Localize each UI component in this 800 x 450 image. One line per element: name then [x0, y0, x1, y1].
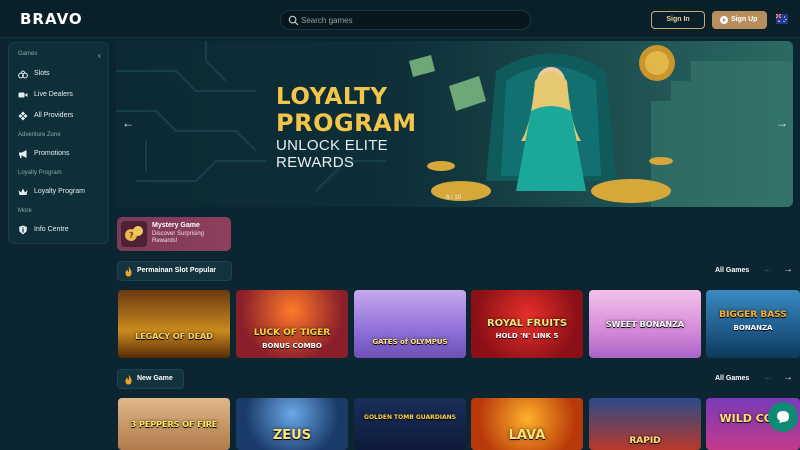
sign-up-button[interactable]: Sign Up: [712, 11, 767, 29]
grid-diamond-icon: [18, 111, 28, 121]
sidebar-item-info-centre[interactable]: Info Centre: [18, 224, 108, 238]
game-title: LEGACY OF DEAD: [135, 332, 213, 341]
section-title: Permainan Slot Popular: [137, 267, 216, 274]
game-subtitle: BONANZA: [733, 324, 773, 332]
arrow-left-icon[interactable]: ←: [763, 372, 773, 383]
all-games-link[interactable]: All Games: [715, 267, 749, 274]
sign-up-label: Sign Up: [731, 16, 758, 23]
sidebar-item-label: Info Centre: [34, 226, 69, 233]
sidebar-section-loyalty: Loyalty Program: [18, 170, 62, 176]
game-title: ROYAL FRUITS: [486, 318, 568, 329]
game-tile[interactable]: ZEUS: [236, 398, 348, 450]
info-shield-icon: [19, 225, 27, 235]
hero-title-line2: PROGRAM: [276, 109, 417, 137]
sidebar-section-adventure: Adventure Zone: [18, 132, 61, 138]
sidebar-item-promotions[interactable]: Promotions: [18, 148, 108, 162]
chat-bubble-icon: [777, 411, 789, 423]
australia-flag-icon[interactable]: [776, 14, 788, 24]
mystery-game-card[interactable]: ? Mystery Game Discover Surprising Rewar…: [117, 217, 231, 251]
fire-icon: [125, 266, 132, 277]
game-title: RAPID: [629, 436, 661, 446]
sign-in-button[interactable]: Sign In: [651, 11, 705, 29]
game-title: BIGGER BASS: [719, 310, 787, 320]
game-tile[interactable]: ROYAL FRUITS HOLD 'N' LINK 5: [471, 290, 583, 358]
search-input[interactable]: [301, 13, 521, 28]
crown-icon: [18, 188, 28, 195]
game-title: SWEET BONANZA: [605, 320, 685, 329]
game-tile[interactable]: RAPID: [589, 398, 701, 450]
game-subtitle: HOLD 'N' LINK 5: [495, 332, 559, 340]
game-title: GATES of OLYMPUS: [372, 338, 448, 346]
game-title: GOLDEN TOMB GUARDIANS: [364, 414, 456, 421]
hero-subtitle-line2: REWARDS: [276, 154, 355, 171]
sidebar-item-label: Live Dealers: [34, 91, 73, 98]
megaphone-icon: [19, 150, 27, 158]
fire-icon: [125, 374, 132, 385]
game-tile[interactable]: LAVA: [471, 398, 583, 450]
logo[interactable]: BRAVO: [20, 10, 83, 28]
mystery-title: Mystery Game: [152, 222, 200, 229]
play-icon: [720, 16, 728, 24]
svg-text:?: ?: [129, 231, 134, 240]
sidebar-item-label: All Providers: [34, 112, 74, 119]
section-header-new: New Game: [117, 369, 184, 389]
game-title: ZEUS: [272, 428, 312, 443]
sidebar-section-more: More: [18, 208, 32, 214]
question-coin-icon: ?: [121, 221, 147, 247]
sidebar-item-live-dealers[interactable]: Live Dealers: [18, 89, 108, 103]
game-title: LAVA: [508, 428, 546, 443]
hero-subtitle-line1: UNLOCK ELITE: [276, 137, 388, 154]
hero-banner[interactable]: LOYALTY PROGRAM UNLOCK ELITE REWARDS ← →…: [116, 41, 793, 207]
section-header-popular: Permainan Slot Popular: [117, 261, 232, 281]
top-header: BRAVO Sign In Sign Up: [0, 0, 800, 38]
sidebar-item-loyalty-program[interactable]: Loyalty Program: [18, 186, 108, 200]
search-bar[interactable]: [280, 10, 531, 30]
live-chat-button[interactable]: [768, 402, 798, 432]
arrow-right-icon[interactable]: →: [783, 264, 793, 275]
sidebar-item-label: Slots: [34, 70, 50, 77]
game-tile[interactable]: LEGACY OF DEAD: [118, 290, 230, 358]
sidebar-item-label: Promotions: [34, 150, 70, 157]
loyalty-queen-illustration: [401, 41, 793, 207]
game-title: 3 PEPPERS OF FIRE: [130, 420, 218, 429]
all-games-link[interactable]: All Games: [715, 375, 749, 382]
arrow-left-icon[interactable]: ←: [121, 116, 135, 130]
sidebar-item-slots[interactable]: Slots: [18, 68, 108, 82]
game-tile[interactable]: BIGGER BASS BONANZA: [706, 290, 800, 358]
sidebar-item-all-providers[interactable]: All Providers: [18, 110, 108, 124]
game-tile[interactable]: SWEET BONANZA: [589, 290, 701, 358]
game-tile[interactable]: 3 PEPPERS OF FIRE: [118, 398, 230, 450]
section-title: New Game: [137, 375, 173, 382]
slide-counter: 8 / 10: [446, 195, 462, 201]
video-camera-icon: [18, 92, 28, 98]
search-icon: [288, 15, 299, 26]
sidebar: Games ‹ Slots Live Dealers All Providers…: [8, 42, 109, 244]
game-subtitle: BONUS COMBO: [262, 342, 322, 350]
mystery-description: Discover Surprising Rewards!: [152, 231, 205, 244]
sidebar-section-games: Games: [18, 51, 38, 57]
sidebar-item-label: Loyalty Program: [34, 188, 85, 195]
game-tile[interactable]: GATES of OLYMPUS: [354, 290, 466, 358]
arrow-left-icon[interactable]: ←: [763, 264, 773, 275]
chevron-left-icon[interactable]: ‹: [98, 51, 101, 60]
hero-title-line1: LOYALTY: [276, 84, 388, 110]
game-tile[interactable]: GOLDEN TOMB GUARDIANS: [354, 398, 466, 450]
arrow-right-icon[interactable]: →: [775, 116, 789, 130]
game-tile[interactable]: LUCK OF TIGER BONUS COMBO: [236, 290, 348, 358]
slot-machine-icon: [18, 70, 28, 79]
game-title: LUCK OF TIGER: [253, 328, 331, 338]
arrow-right-icon[interactable]: →: [783, 372, 793, 383]
